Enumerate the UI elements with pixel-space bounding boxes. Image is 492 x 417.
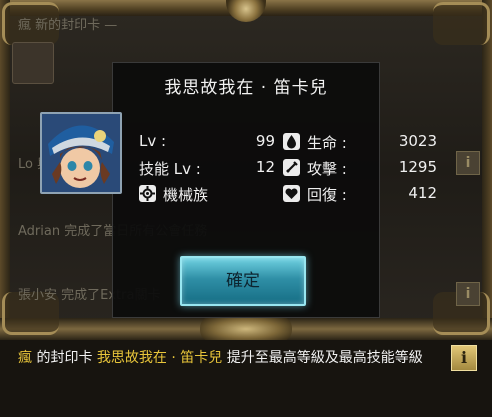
notification-text-part: 提升至最高等級及最高技能等級 xyxy=(222,350,423,366)
feed-line: 瘋 新的封印卡 — xyxy=(18,18,118,33)
race-row: 機械族 xyxy=(139,184,269,206)
level-value: 99 xyxy=(255,132,275,150)
frame-left xyxy=(0,0,10,340)
frame-corner xyxy=(433,2,490,45)
info-icon[interactable]: i xyxy=(451,345,477,371)
notification-text: 瘋 的封印卡 我思故我在 · 笛卡兒 提升至最高等級及最高技能等級 xyxy=(18,348,438,369)
attack-value: 1295 xyxy=(398,158,437,176)
card-title: 我思故我在 · 笛卡兒 xyxy=(164,78,328,98)
confirm-button[interactable]: 確定 xyxy=(180,256,306,306)
level-row: Lv : 99 xyxy=(139,132,275,154)
hp-value: 3023 xyxy=(398,132,437,150)
notification-text-part: 的封印卡 xyxy=(32,350,97,366)
card-portrait xyxy=(40,112,122,194)
skill-level-value: 12 xyxy=(255,158,275,176)
machine-race-icon xyxy=(139,185,156,202)
notification-user[interactable]: 瘋 xyxy=(18,350,32,366)
attack-row: 攻擊 : 1295 xyxy=(283,158,437,180)
recovery-value: 412 xyxy=(408,184,437,202)
frame-ornament-bottom xyxy=(200,316,292,342)
hp-row: 生命 : 3023 xyxy=(283,132,437,154)
frame-right xyxy=(482,0,492,340)
notification-card-name[interactable]: 我思故我在 · 笛卡兒 xyxy=(97,350,222,366)
character-portrait-icon xyxy=(42,114,120,192)
frame-ornament-top xyxy=(226,0,266,22)
info-icon: i xyxy=(456,151,480,175)
feed-avatar xyxy=(12,42,54,84)
race-label: 機械族 xyxy=(163,186,209,204)
recovery-row: 回復 : 412 xyxy=(283,184,437,206)
notification-bar: 瘋 的封印卡 我思故我在 · 笛卡兒 提升至最高等級及最高技能等級 xyxy=(0,340,492,417)
skill-level-row: 技能 Lv : 12 xyxy=(139,158,275,180)
info-icon: i xyxy=(456,282,480,306)
